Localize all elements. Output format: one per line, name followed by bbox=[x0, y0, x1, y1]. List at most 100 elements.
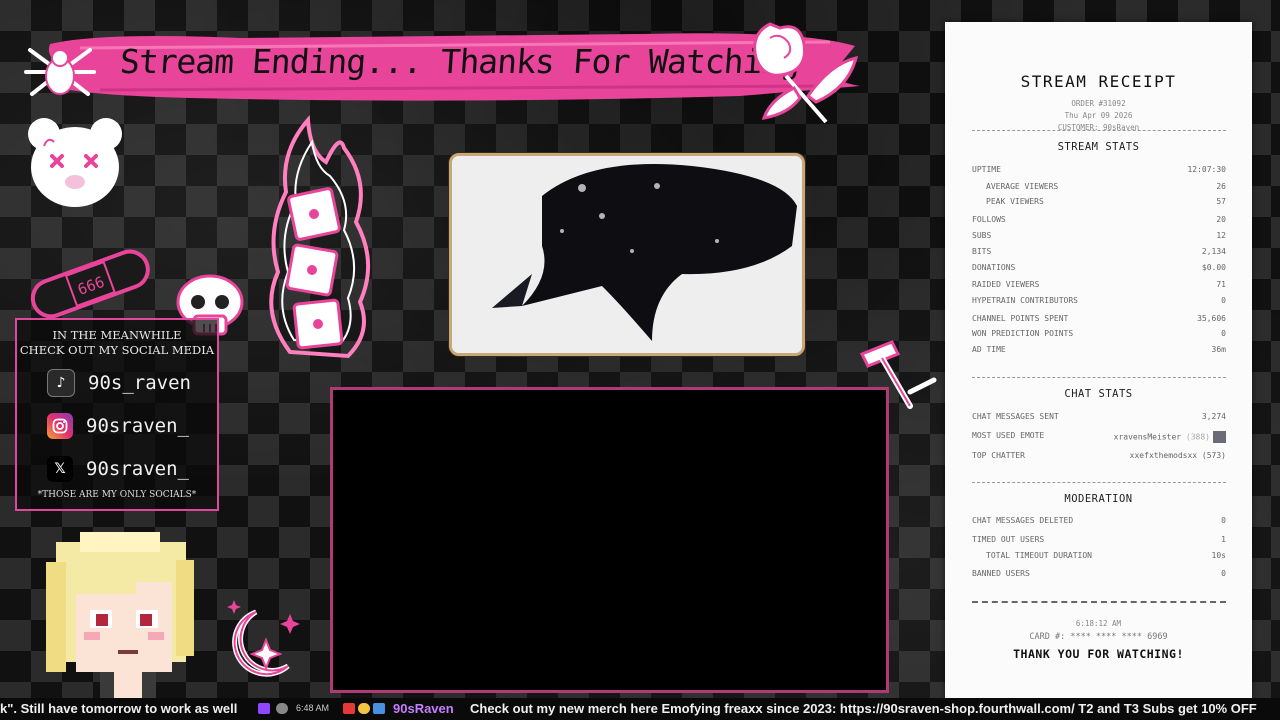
receipt-row-label: PEAK VIEWERS bbox=[986, 197, 1044, 206]
receipt-row-value: 12:07:30 bbox=[1187, 165, 1226, 174]
receipt-row-label: BITS bbox=[972, 247, 992, 256]
receipt-row-chat-messages: CHAT MESSAGES SENT 3,274 bbox=[972, 412, 1226, 424]
mod-badge-icon bbox=[276, 703, 288, 714]
receipt-row: PEAK VIEWERS 57 bbox=[972, 197, 1226, 209]
chat-ticker: k". Still have tomorrow to work as well … bbox=[0, 698, 1280, 720]
receipt-row: AD TIME 36m bbox=[972, 345, 1226, 357]
ticker-prev-message: k". Still have tomorrow to work as well bbox=[0, 701, 238, 716]
receipt-row-label: TOP CHATTER bbox=[972, 451, 1025, 460]
emote-name: xravensMeister bbox=[1113, 432, 1182, 442]
ticker-message: Check out my new merch here Emofying fre… bbox=[470, 701, 1257, 716]
receipt-row: BANNED USERS 0 bbox=[972, 569, 1226, 581]
receipt-row: AVERAGE VIEWERS 26 bbox=[972, 182, 1226, 194]
camera-placeholder bbox=[330, 387, 889, 693]
x-icon: 𝕏 bbox=[47, 456, 73, 482]
receipt-row-value: 71 bbox=[1216, 280, 1226, 289]
receipt-row-value: 0 bbox=[1221, 296, 1226, 305]
social-media-panel: IN THE MEANWHILE CHECK OUT MY SOCIAL MED… bbox=[15, 318, 219, 511]
receipt-row-value: 35,606 bbox=[1197, 314, 1226, 323]
receipt-row-value: 0 bbox=[1221, 516, 1226, 525]
social-footnote: *THOSE ARE MY ONLY SOCIALS* bbox=[37, 490, 197, 500]
receipt-row-value: xxefxthemodsxx (573) bbox=[1129, 451, 1226, 460]
sub-badge-icon bbox=[373, 703, 385, 714]
social-handle: 90sraven_ bbox=[86, 458, 189, 480]
receipt-row: RAIDED VIEWERS 71 bbox=[972, 280, 1226, 292]
receipt-divider bbox=[972, 377, 1226, 378]
receipt-row-value: 0 bbox=[1221, 329, 1226, 338]
social-item-instagram[interactable]: 90sraven_ bbox=[47, 411, 189, 441]
receipt-date: Thu Apr 09 2026 bbox=[1064, 111, 1133, 120]
receipt-row: UPTIME 12:07:30 bbox=[972, 165, 1226, 177]
receipt-row: DONATIONS $0.00 bbox=[972, 263, 1226, 275]
receipt-divider bbox=[972, 130, 1226, 131]
receipt-row-label: TIMED OUT USERS bbox=[972, 535, 1045, 544]
receipt-row-label: TOTAL TIMEOUT DURATION bbox=[986, 551, 1092, 560]
moderation-heading: MODERATION bbox=[1064, 493, 1133, 505]
receipt-row-label: AVERAGE VIEWERS bbox=[986, 182, 1059, 191]
receipt-row-label: RAIDED VIEWERS bbox=[972, 280, 1040, 289]
pixel-avatar bbox=[46, 532, 194, 698]
receipt-row: CHAT MESSAGES DELETED 0 bbox=[972, 516, 1226, 528]
receipt-row-label: BANNED USERS bbox=[972, 569, 1030, 578]
receipt-row-value: 0 bbox=[1221, 569, 1226, 578]
receipt-row-value: 36m bbox=[1211, 345, 1226, 354]
receipt-row-value: 3,274 bbox=[1201, 412, 1226, 421]
receipt-row-value: 26 bbox=[1216, 182, 1226, 191]
receipt-print-time: 6:18:12 AM bbox=[1075, 619, 1122, 628]
tiktok-icon: ♪ bbox=[47, 369, 75, 397]
ticker-username[interactable]: 90sRaven bbox=[393, 701, 454, 716]
badge-icon bbox=[358, 703, 370, 714]
teddy-bear-icon bbox=[28, 118, 122, 207]
receipt-thanks: THANK YOU FOR WATCHING! bbox=[1013, 647, 1184, 661]
moon-sparkle-icon bbox=[227, 600, 300, 677]
receipt-row-label: CHAT MESSAGES SENT bbox=[972, 412, 1059, 421]
emote-icon bbox=[1213, 431, 1226, 443]
ticker-time: 6:48 AM bbox=[296, 703, 330, 713]
crow-video-frame bbox=[452, 156, 802, 353]
chat-stats-heading: CHAT STATS bbox=[1064, 388, 1133, 400]
receipt-row: TOTAL TIMEOUT DURATION 10s bbox=[972, 551, 1226, 563]
receipt-row-value: xravensMeister (388) bbox=[1114, 431, 1226, 443]
twitch-icon bbox=[258, 703, 270, 714]
receipt-row-value: 2,134 bbox=[1201, 247, 1226, 256]
video-player[interactable] bbox=[449, 153, 805, 356]
receipt-row-top-chatter: TOP CHATTER xxefxthemodsxx (573) bbox=[972, 451, 1226, 463]
flaming-dice-sticker bbox=[269, 115, 370, 359]
receipt-title: STREAM RECEIPT bbox=[1020, 72, 1177, 91]
receipt-row-label: HYPETRAIN CONTRIBUTORS bbox=[972, 296, 1078, 305]
receipt-row: FOLLOWS 20 bbox=[972, 215, 1226, 227]
receipt-row-value: 10s bbox=[1211, 551, 1226, 560]
receipt-card: CARD #: **** **** **** 6969 bbox=[1029, 632, 1168, 642]
receipt-row-label: SUBS bbox=[972, 231, 992, 240]
receipt-row: WON PREDICTION POINTS 0 bbox=[972, 329, 1226, 341]
receipt-row-label: UPTIME bbox=[972, 165, 1001, 174]
social-handle: 90sraven_ bbox=[86, 415, 189, 437]
bandage-sticker: 666 bbox=[30, 249, 150, 319]
receipt-order: ORDER #31092 bbox=[1071, 99, 1126, 108]
receipt-row-label: MOST USED EMOTE bbox=[972, 431, 1045, 440]
social-handle: 90s_raven bbox=[88, 372, 191, 394]
receipt-divider bbox=[972, 482, 1226, 483]
receipt-row-value: 1 bbox=[1221, 535, 1226, 544]
receipt-row-label: AD TIME bbox=[972, 345, 1006, 354]
instagram-icon bbox=[47, 413, 73, 439]
social-item-x[interactable]: 𝕏 90sraven_ bbox=[47, 454, 189, 484]
social-heading-line2: CHECK OUT MY SOCIAL MEDIA bbox=[19, 343, 215, 357]
receipt-row-label: CHANNEL POINTS SPENT bbox=[972, 314, 1069, 323]
spider-icon bbox=[24, 48, 96, 96]
receipt-row-label: WON PREDICTION POINTS bbox=[972, 329, 1074, 338]
receipt-row: TIMED OUT USERS 1 bbox=[972, 535, 1226, 547]
receipt-row-most-used-emote: MOST USED EMOTE xravensMeister (388) bbox=[972, 431, 1226, 443]
receipt-row: CHANNEL POINTS SPENT 35,606 bbox=[972, 314, 1226, 326]
receipt-row-label: CHAT MESSAGES DELETED bbox=[972, 516, 1074, 525]
stream-stats-heading: STREAM STATS bbox=[1057, 141, 1140, 153]
receipt-row-value: $0.00 bbox=[1201, 263, 1226, 272]
social-item-tiktok[interactable]: ♪ 90s_raven bbox=[47, 368, 191, 398]
receipt-row-value: 12 bbox=[1216, 231, 1226, 240]
receipt-row-value: 57 bbox=[1216, 197, 1226, 206]
banner-title: Stream Ending... Thanks For Watching bbox=[118, 42, 801, 81]
stream-receipt: STREAM RECEIPT ORDER #31092 Thu Apr 09 2… bbox=[945, 22, 1252, 698]
youtube-icon bbox=[343, 703, 355, 714]
receipt-row: SUBS 12 bbox=[972, 231, 1226, 243]
receipt-divider-heavy bbox=[972, 601, 1226, 603]
